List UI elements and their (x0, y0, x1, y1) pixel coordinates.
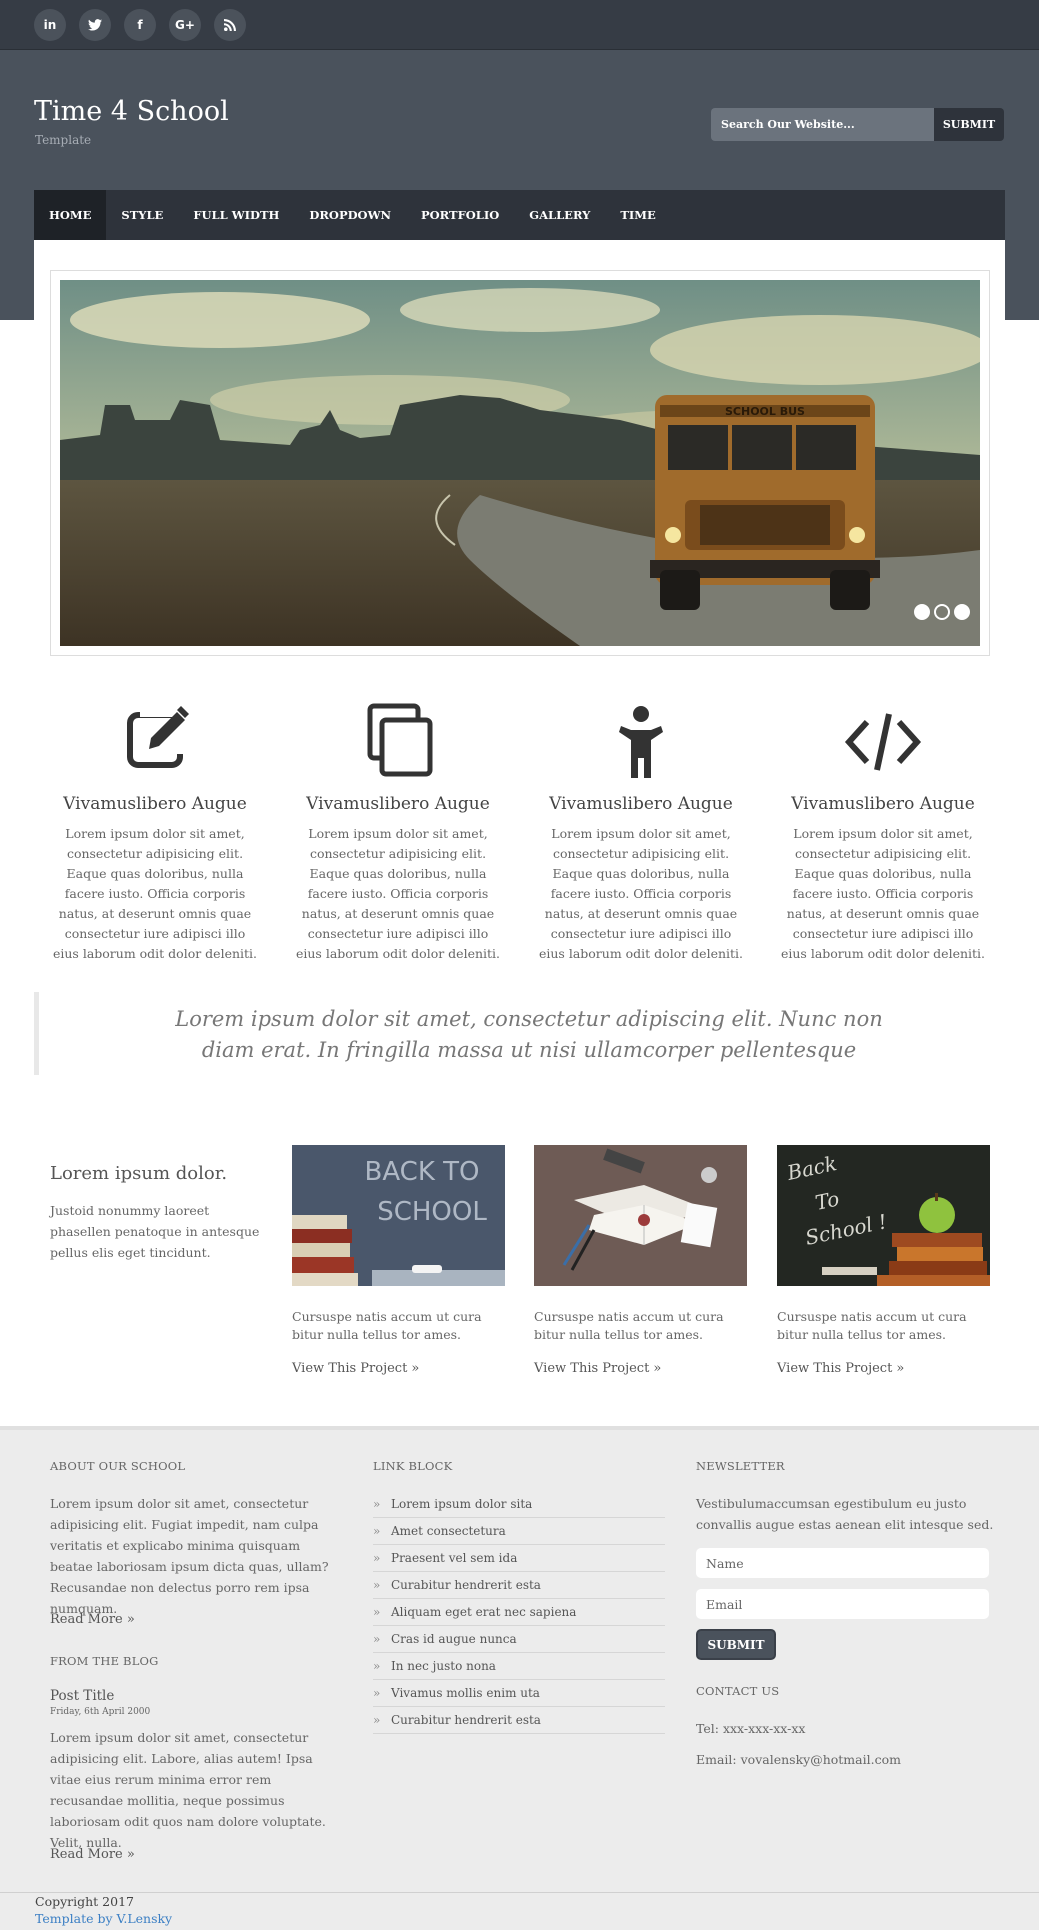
links-heading: LINK BLOCK (373, 1459, 453, 1473)
nav-style[interactable]: STYLE (106, 190, 178, 240)
email-field[interactable]: Email (696, 1589, 989, 1619)
link-item[interactable]: » Cras id augue nunca (373, 1626, 665, 1653)
view-project-link[interactable]: View This Project » (777, 1361, 990, 1376)
slider-dot-1[interactable] (914, 604, 930, 620)
feature-1: Vivamuslibero Augue Lorem ipsum dolor si… (50, 700, 260, 964)
feature-title: Vivamuslibero Augue (549, 794, 733, 814)
quote-text: Lorem ipsum dolor sit amet, consectetur … (175, 1007, 883, 1062)
slider-dot-3[interactable] (954, 604, 970, 620)
post-title[interactable]: Post Title (50, 1688, 114, 1704)
post-date: Friday, 6th April 2000 (50, 1707, 151, 1717)
slider-dot-2[interactable] (934, 604, 950, 620)
about-heading: ABOUT OUR SCHOOL (50, 1459, 186, 1473)
feature-text: Lorem ipsum dolor sit amet, consectetur … (538, 826, 744, 961)
project-text: Cursuspe natis accum ut cura bitur nulla… (292, 1309, 482, 1342)
link-item[interactable]: » Amet consectetura (373, 1518, 665, 1545)
link-item[interactable]: » Praesent vel sem ida (373, 1545, 665, 1572)
contact-heading: CONTACT US (696, 1684, 780, 1698)
feature-text: Lorem ipsum dolor sit amet, consectetur … (780, 826, 986, 961)
project-image-school-supplies[interactable] (534, 1145, 747, 1286)
nav-gallery[interactable]: GALLERY (514, 190, 605, 240)
copy-icon (358, 700, 438, 780)
nav-full-width[interactable]: FULL WIDTH (178, 190, 294, 240)
svg-text:BACK TO: BACK TO (365, 1157, 480, 1187)
feature-3: Vivamuslibero Augue Lorem ipsum dolor si… (536, 700, 746, 964)
newsletter-text: Vestibulumaccumsan egestibulum eu justo … (696, 1496, 994, 1532)
feature-title: Vivamuslibero Augue (306, 794, 490, 814)
view-project-link[interactable]: View This Project » (292, 1361, 505, 1376)
contact-tel: Tel: xxx-xxx-xx-xx (696, 1721, 806, 1736)
link-item[interactable]: » Lorem ipsum dolor sita (373, 1491, 665, 1518)
svg-text:SCHOOL BUS: SCHOOL BUS (725, 405, 805, 418)
site-title[interactable]: Time 4 School (34, 96, 229, 127)
svg-text:SCHOOL: SCHOOL (377, 1197, 487, 1227)
link-list: » Lorem ipsum dolor sita » Amet consectetu… (373, 1491, 665, 1734)
search-submit-button[interactable]: SUBMIT (934, 108, 1004, 141)
feature-2: Vivamuslibero Augue Lorem ipsum dolor si… (293, 700, 503, 964)
contact-email: Email: vovalensky@hotmail.com (696, 1752, 901, 1767)
link-item[interactable]: » Curabitur hendrerit esta (373, 1572, 665, 1599)
feature-title: Vivamuslibero Augue (791, 794, 975, 814)
facebook-icon[interactable]: f (124, 9, 156, 41)
slider-image-school-bus: SCHOOL BUS (60, 280, 980, 646)
feature-4: Vivamuslibero Augue Lorem ipsum dolor si… (778, 700, 988, 964)
linkedin-icon[interactable]: in (34, 9, 66, 41)
edit-icon (115, 700, 195, 780)
feature-title: Vivamuslibero Augue (63, 794, 247, 814)
twitter-icon[interactable] (79, 9, 111, 41)
search-input[interactable]: Search Our Website... (711, 108, 934, 141)
project-text: Cursuspe natis accum ut cura bitur nulla… (534, 1309, 724, 1342)
main-nav: HOME STYLE FULL WIDTH DROPDOWN PORTFOLIO… (34, 190, 1005, 240)
project-card-2: Cursuspe natis accum ut cura bitur nulla… (534, 1145, 747, 1376)
svg-text:To: To (813, 1186, 841, 1214)
blockquote: Lorem ipsum dolor sit amet, consectetur … (34, 992, 1005, 1075)
nav-home[interactable]: HOME (34, 190, 107, 240)
copyright: Copyright 2017 (35, 1894, 134, 1909)
nav-dropdown[interactable]: DROPDOWN (294, 190, 406, 240)
project-card-3: Back To School ! Cursuspe natis accum ut c… (777, 1145, 990, 1376)
social-bar: in f G+ (0, 0, 1039, 50)
link-item[interactable]: » Curabitur hendrerit esta (373, 1707, 665, 1734)
project-image-chalkboard-apple[interactable]: Back To School ! (777, 1145, 990, 1286)
site-subtitle: Template (35, 133, 92, 147)
link-item[interactable]: » Aliquam eget erat nec sapiena (373, 1599, 665, 1626)
nav-time[interactable]: TIME (605, 190, 670, 240)
rss-icon[interactable] (214, 9, 246, 41)
feature-text: Lorem ipsum dolor sit amet, consectetur … (52, 826, 258, 961)
project-image-back-to-school-books[interactable]: BACK TO SCHOOL (292, 1145, 505, 1286)
code-icon (843, 700, 923, 780)
about-text: Lorem ipsum dolor sit amet, consectetur … (50, 1496, 329, 1616)
post-text: Lorem ipsum dolor sit amet, consectetur … (50, 1730, 326, 1850)
project-card-1: BACK TO SCHOOL Cursuspe natis accum ut cu… (292, 1145, 505, 1376)
feature-text: Lorem ipsum dolor sit amet, consectetur … (295, 826, 501, 961)
link-item[interactable]: » In nec justo nona (373, 1653, 665, 1680)
google-plus-icon[interactable]: G+ (169, 9, 201, 41)
slider-dots (914, 604, 970, 620)
newsletter-heading: NEWSLETTER (696, 1459, 785, 1473)
newsletter-submit-button[interactable]: SUBMIT (696, 1629, 776, 1660)
name-field[interactable]: Name (696, 1548, 989, 1578)
view-project-link[interactable]: View This Project » (534, 1361, 747, 1376)
child-icon (601, 700, 681, 780)
nav-portfolio[interactable]: PORTFOLIO (406, 190, 514, 240)
read-more-link-2[interactable]: Read More » (50, 1847, 135, 1862)
projects-title: Lorem ipsum dolor. (50, 1163, 228, 1184)
blog-heading: FROM THE BLOG (50, 1654, 159, 1668)
template-credit-link[interactable]: Template by V.Lensky (35, 1911, 172, 1926)
read-more-link[interactable]: Read More » (50, 1612, 135, 1627)
link-item[interactable]: » Vivamus mollis enim uta (373, 1680, 665, 1707)
projects-text: Justoid nonummy laoreet phasellen penato… (50, 1203, 260, 1260)
project-text: Cursuspe natis accum ut cura bitur nulla… (777, 1309, 967, 1342)
